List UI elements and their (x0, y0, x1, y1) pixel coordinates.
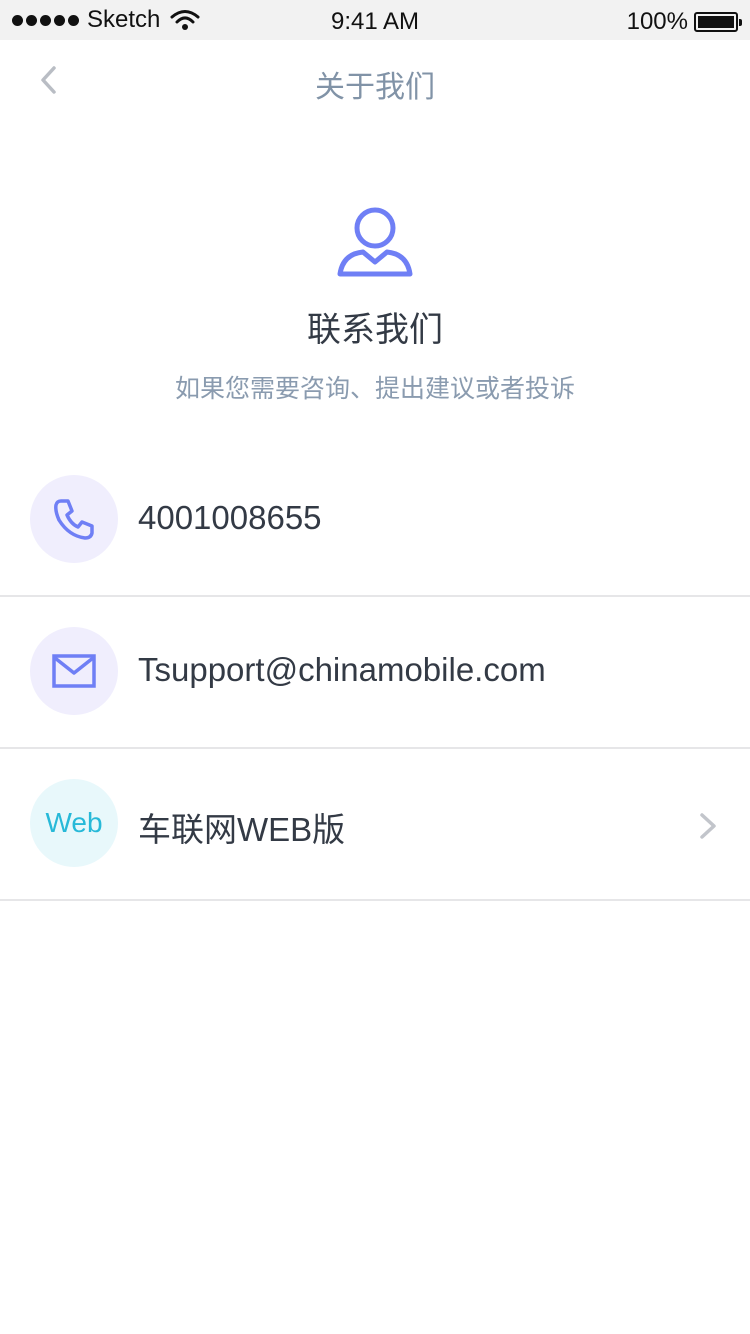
contact-list: 4001008655 Tsupport@chinamobile.com Web … (0, 445, 750, 901)
phone-icon-circle (30, 475, 118, 563)
contact-title: 联系我们 (307, 310, 443, 350)
battery-percent: 100% (626, 8, 688, 35)
email-row[interactable]: Tsupport@chinamobile.com (0, 597, 750, 749)
mail-icon (52, 654, 96, 688)
status-bar: Sketch 9:41 AM 100% (0, 0, 750, 40)
nav-bar: 关于我们 (0, 40, 750, 124)
web-version-label: 车联网WEB版 (138, 811, 346, 848)
contact-hero: 联系我们 如果您需要咨询、提出建议或者投诉 (0, 200, 750, 405)
phone-icon (54, 499, 94, 540)
phone-row[interactable]: 4001008655 (0, 445, 750, 597)
contact-subtitle: 如果您需要咨询、提出建议或者投诉 (174, 374, 575, 403)
web-row[interactable]: Web 车联网WEB版 (0, 749, 750, 901)
status-right: 100% (626, 8, 742, 36)
mail-icon-circle (30, 627, 118, 715)
web-icon-text: Web (45, 807, 103, 838)
web-icon: Web (30, 779, 118, 867)
phone-number: 4001008655 (138, 499, 322, 536)
email-address: Tsupport@chinamobile.com (138, 651, 546, 688)
page-title: 关于我们 (315, 70, 435, 105)
chevron-right-icon (700, 813, 716, 839)
battery-icon (694, 12, 742, 32)
user-icon (337, 207, 413, 277)
